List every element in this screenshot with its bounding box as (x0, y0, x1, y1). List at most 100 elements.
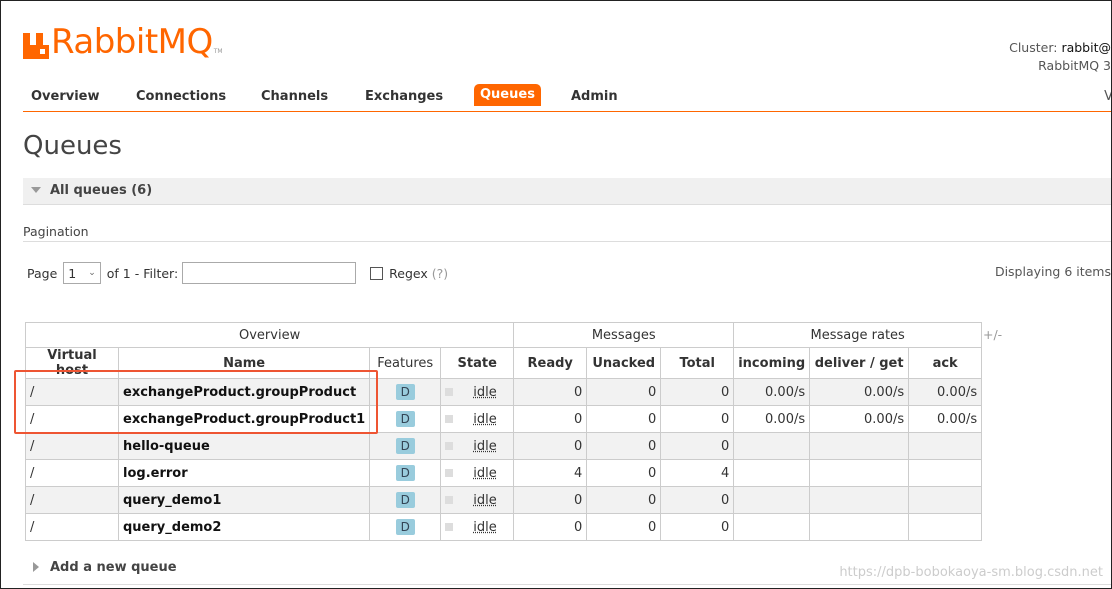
ack-cell (908, 432, 983, 460)
total-cell: 4 (660, 459, 735, 487)
tab-overview[interactable]: Overview (31, 89, 100, 104)
incoming-cell (733, 513, 811, 541)
queue-name-link[interactable]: log.error (117, 459, 371, 487)
group-messages: Messages (513, 322, 735, 348)
state-text: idle (473, 411, 497, 427)
durable-badge: D (395, 465, 415, 481)
col-total[interactable]: Total (660, 347, 735, 379)
logo-tm: TM (213, 48, 223, 55)
state-text: idle (473, 465, 497, 481)
durable-badge: D (395, 438, 415, 454)
unacked-cell: 0 (586, 486, 662, 514)
state-text: idle (473, 438, 497, 454)
page-title: Queues (23, 131, 122, 161)
table-row: / query_demo2 D idle 0 0 0 (25, 513, 983, 541)
deliver-cell (809, 459, 910, 487)
all-queues-section-toggle[interactable]: All queues (6) (23, 178, 1111, 205)
col-deliver-get[interactable]: deliver / get (809, 347, 910, 379)
triangle-down-icon (31, 187, 41, 193)
state-icon (445, 442, 454, 450)
tab-connections[interactable]: Connections (136, 89, 226, 104)
regex-help-link[interactable]: (?) (432, 266, 448, 281)
deliver-cell: 0.00/s (809, 378, 910, 406)
ready-cell: 4 (513, 459, 588, 487)
table-row: / query_demo1 D idle 0 0 0 (25, 486, 983, 514)
tab-channels[interactable]: Channels (261, 89, 328, 104)
add-queue-label: Add a new queue (50, 560, 177, 575)
regex-checkbox[interactable] (370, 266, 384, 280)
col-state[interactable]: State (440, 347, 515, 379)
unacked-cell: 0 (586, 378, 662, 406)
rabbitmq-logo[interactable]: RabbitMQ TM (23, 19, 223, 59)
durable-badge: D (395, 519, 415, 535)
watermark: https://dpb-bobokaoya-sm.blog.csdn.net (839, 565, 1103, 580)
ack-cell (908, 459, 983, 487)
incoming-cell (733, 459, 811, 487)
ack-cell (908, 486, 983, 514)
deliver-cell: 0.00/s (809, 405, 910, 433)
total-cell: 0 (660, 486, 735, 514)
tab-queues[interactable]: Queues (474, 84, 541, 106)
durable-badge: D (395, 492, 415, 508)
total-cell: 0 (660, 378, 735, 406)
durable-badge: D (395, 411, 415, 427)
triangle-right-icon (33, 562, 39, 572)
table-row: / log.error D idle 4 0 4 (25, 459, 983, 487)
cluster-name: rabbit@ (1061, 40, 1111, 55)
pagination-divider (23, 241, 1111, 242)
group-message-rates: Message rates (733, 322, 983, 348)
pager-bar: Page 1 ⌄ of 1 - Filter: Regex (?) (27, 261, 448, 285)
page-select[interactable]: 1 ⌄ (63, 262, 101, 284)
ready-cell: 0 (513, 486, 588, 514)
all-queues-label: All queues (6) (50, 183, 153, 198)
col-unacked[interactable]: Unacked (586, 347, 662, 379)
incoming-cell (733, 486, 811, 514)
unacked-cell: 0 (586, 513, 662, 541)
tab-admin[interactable]: Admin (571, 89, 618, 104)
col-ready[interactable]: Ready (513, 347, 588, 379)
ack-cell: 0.00/s (908, 405, 983, 433)
logo-text: RabbitMQ (51, 22, 213, 62)
state-icon (445, 496, 454, 504)
state-icon (445, 469, 454, 477)
ack-cell (908, 513, 983, 541)
deliver-cell (809, 432, 910, 460)
incoming-cell: 0.00/s (733, 378, 811, 406)
chevron-down-icon: ⌄ (88, 268, 96, 278)
queue-name-link[interactable]: query_demo2 (117, 513, 371, 541)
group-overview: Overview (24, 322, 515, 348)
unacked-cell: 0 (586, 432, 662, 460)
queue-name-link[interactable]: query_demo1 (117, 486, 371, 514)
highlight-box (14, 370, 378, 434)
total-cell: 0 (660, 405, 735, 433)
cluster-info: Cluster: rabbit@ RabbitMQ 3 (1009, 39, 1111, 75)
incoming-cell (733, 432, 811, 460)
tab-exchanges[interactable]: Exchanges (365, 89, 443, 104)
ready-cell: 0 (513, 513, 588, 541)
nav-right-text: V (1104, 89, 1111, 104)
regex-label: Regex (389, 265, 428, 281)
vhost-cell: / (25, 459, 119, 487)
vhost-cell: / (25, 432, 119, 460)
total-cell: 0 (660, 513, 735, 541)
filter-label: - Filter: (134, 265, 179, 281)
state-text: idle (473, 492, 497, 508)
page-of-text: of 1 (106, 265, 131, 281)
column-toggle-button[interactable]: +/- (983, 327, 1002, 342)
col-incoming[interactable]: incoming (733, 347, 811, 379)
deliver-cell (809, 513, 910, 541)
col-ack[interactable]: ack (908, 347, 983, 379)
queue-name-link[interactable]: hello-queue (117, 432, 371, 460)
col-features: Features (369, 347, 442, 379)
total-cell: 0 (660, 432, 735, 460)
vhost-cell: / (25, 513, 119, 541)
ready-cell: 0 (513, 378, 588, 406)
deliver-cell (809, 486, 910, 514)
pagination-label: Pagination (23, 224, 89, 239)
filter-input[interactable] (182, 262, 357, 284)
vhost-cell: / (25, 486, 119, 514)
rabbitmq-version: RabbitMQ 3 (1038, 58, 1111, 73)
state-icon (445, 388, 454, 396)
state-text: idle (473, 519, 497, 535)
state-text: idle (473, 384, 497, 400)
